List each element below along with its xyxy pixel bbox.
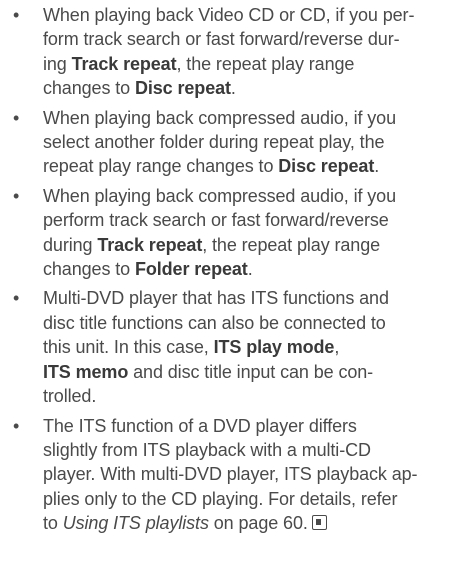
text-run: . (247, 259, 253, 280)
bullet-list: • When playing back Video CD or CD, if yo… (0, 3, 460, 536)
text-line: When playing back compressed audio, if y… (43, 106, 454, 130)
bold-term: Folder repeat (134, 259, 248, 280)
bold-term: Track repeat (97, 234, 203, 255)
text-run: changes to (43, 78, 135, 99)
list-item: • Multi-DVD player that has ITS functions… (0, 286, 460, 408)
text-run: during (43, 234, 98, 255)
text-line: to Using ITS playlists on page 60. (43, 511, 454, 535)
text-run: , (334, 337, 340, 358)
text-run: trolled. (43, 386, 97, 407)
bullet-marker: • (13, 5, 20, 25)
text-line: during Track repeat, the repeat play ran… (43, 233, 454, 257)
text-run: this unit. In this case, (43, 337, 214, 358)
text-run: on page 60. (208, 513, 308, 534)
text-run: and disc title input can be con- (128, 361, 374, 382)
text-run: disc title functions can also be connect… (43, 312, 386, 333)
text-line: ing Track repeat, the repeat play range (43, 52, 454, 76)
list-item: • When playing back Video CD or CD, if yo… (0, 3, 460, 101)
text-line: When playing back compressed audio, if y… (43, 184, 454, 208)
text-run: repeat play range changes to (43, 156, 279, 177)
end-of-section-icon (311, 515, 327, 531)
text-line: disc title functions can also be connect… (43, 311, 454, 335)
text-line: Multi-DVD player that has ITS functions … (43, 286, 454, 310)
text-run: plies only to the CD playing. For detail… (43, 488, 398, 509)
text-run: select another folder during repeat play… (43, 132, 385, 153)
text-run: player. With multi-DVD player, ITS playb… (43, 464, 418, 485)
document-page: • When playing back Video CD or CD, if yo… (0, 0, 460, 541)
text-line: ITS memo and disc title input can be con… (43, 360, 454, 384)
text-run: slightly from ITS playback with a multi-… (43, 439, 371, 460)
bullet-marker: • (13, 415, 20, 436)
text-run: . (230, 78, 236, 99)
text-run: . (374, 156, 380, 177)
bold-term: ITS play mode (213, 337, 335, 358)
bullet-marker: • (13, 288, 20, 309)
bold-term: ITS memo (43, 361, 129, 382)
text-line: changes to Disc repeat. (43, 76, 454, 100)
text-run: to (43, 513, 63, 534)
text-line: player. With multi-DVD player, ITS playb… (43, 462, 454, 486)
text-line: form track search or fast forward/revers… (43, 27, 454, 51)
text-line: repeat play range changes to Disc repeat… (43, 154, 454, 178)
text-run: When playing back compressed audio, if y… (43, 107, 396, 128)
text-run: When playing back Video CD or CD, if you… (43, 5, 415, 25)
text-line: slightly from ITS playback with a multi-… (43, 438, 454, 462)
italic-reference: Using ITS playlists (62, 513, 209, 534)
text-line: When playing back Video CD or CD, if you… (43, 3, 454, 27)
text-line: perform track search or fast forward/rev… (43, 208, 454, 232)
text-run: , the repeat play range (202, 234, 381, 255)
text-run: , the repeat play range (176, 53, 355, 74)
bold-term: Disc repeat (134, 78, 231, 99)
text-line: trolled. (43, 384, 454, 408)
text-line: this unit. In this case, ITS play mode, (43, 335, 454, 359)
text-run: form track search or fast forward/revers… (43, 29, 400, 50)
bold-term: Disc repeat (278, 156, 375, 177)
bullet-marker: • (13, 185, 20, 206)
text-run: changes to (43, 259, 135, 280)
list-item: • The ITS function of a DVD player differ… (0, 414, 460, 536)
text-run: perform track search or fast forward/rev… (43, 210, 389, 231)
text-run: The ITS function of a DVD player differs (43, 415, 357, 436)
bold-term: Track repeat (71, 53, 177, 74)
list-item: • When playing back compressed audio, if … (0, 184, 460, 282)
text-line: select another folder during repeat play… (43, 130, 454, 154)
bullet-marker: • (13, 107, 20, 128)
text-run: ing (43, 53, 72, 74)
text-line: plies only to the CD playing. For detail… (43, 487, 454, 511)
list-item: • When playing back compressed audio, if … (0, 106, 460, 179)
text-run: Multi-DVD player that has ITS functions … (43, 288, 389, 309)
text-line: changes to Folder repeat. (43, 257, 454, 281)
text-run: When playing back compressed audio, if y… (43, 185, 396, 206)
text-line: The ITS function of a DVD player differs (43, 414, 454, 438)
